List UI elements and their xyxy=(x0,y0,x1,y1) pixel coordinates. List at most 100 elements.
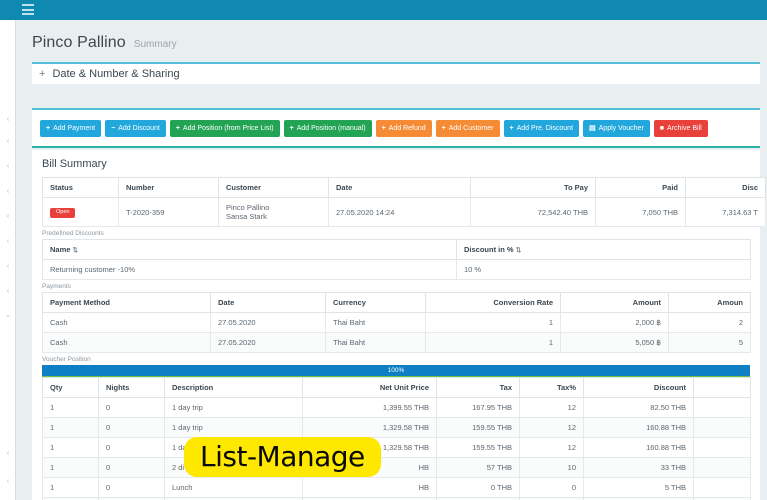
sort-icon[interactable]: ⇅ xyxy=(516,247,521,254)
cell-tax-pct: 12 xyxy=(519,437,584,458)
voucher-progress-bar: 100% xyxy=(42,365,750,377)
action-button-add-pre-discount[interactable]: + Add Pre. Discount xyxy=(503,119,580,137)
col-name[interactable]: Name ⇅ xyxy=(42,239,457,260)
payments-table: Payment Method Date Currency Conversion … xyxy=(42,292,751,353)
table-row[interactable]: 101 day trip1,329.58 THB159.55 THB12160.… xyxy=(42,437,751,458)
col-to-pay[interactable]: To Pay xyxy=(470,177,596,198)
col-pos-discount[interactable]: Discount xyxy=(583,377,694,398)
cell-extra xyxy=(693,417,751,438)
table-row[interactable]: Returning customer -10% 10 % xyxy=(42,259,751,280)
table-row[interactable]: 101 day trip1,329.58 THB159.55 THB12160.… xyxy=(42,417,751,438)
cell-description: 1 day trip xyxy=(164,417,303,438)
table-row[interactable]: Open T-2020-359 Pinco Pallino Sansa Star… xyxy=(42,197,766,227)
rail-chevron-icon[interactable]: ‹ xyxy=(4,213,12,221)
cell-extra xyxy=(693,457,751,478)
col-payment-date[interactable]: Date xyxy=(210,292,326,313)
col-net-unit-price[interactable]: Net Unit Price xyxy=(302,377,437,398)
table-header-row: Name ⇅ Discount in % ⇅ xyxy=(42,239,751,260)
col-amount[interactable]: Amount xyxy=(560,292,669,313)
cell-customer: Pinco Pallino Sansa Stark xyxy=(218,197,329,227)
col-tax-pct[interactable]: Tax% xyxy=(519,377,584,398)
page-title-subtitle: Summary xyxy=(133,39,177,50)
cell-pos-discount: 33 THB xyxy=(583,457,694,478)
cell-payment-date: 27.05.2020 xyxy=(210,332,326,353)
col-paid[interactable]: Paid xyxy=(595,177,686,198)
col-extra[interactable] xyxy=(693,377,751,398)
rail-chevron-icon[interactable]: ‹ xyxy=(4,116,12,124)
cell-pos-discount: 160.88 THB xyxy=(583,437,694,458)
action-button-add-customer[interactable]: + Add Customer xyxy=(435,119,500,137)
button-glyph-icon: + xyxy=(289,124,294,132)
hamburger-icon[interactable] xyxy=(22,4,34,15)
table-header-row: Status Number Customer Date To Pay Paid … xyxy=(42,177,766,198)
positions-table: Qty Nights Description Net Unit Price Ta… xyxy=(42,377,751,500)
col-currency[interactable]: Currency xyxy=(325,292,426,313)
cell-extra xyxy=(693,437,751,458)
cell-nights: 0 xyxy=(98,397,165,418)
button-glyph-icon: + xyxy=(381,124,386,132)
bill-summary-table-wrap: Status Number Customer Date To Pay Paid … xyxy=(32,177,766,227)
predefined-discounts-table-wrap: Name ⇅ Discount in % ⇅ Returning custome… xyxy=(32,239,760,280)
cell-to-pay: 72,542.40 THB xyxy=(470,197,596,227)
col-customer[interactable]: Customer xyxy=(218,177,329,198)
positions-table-wrap: Qty Nights Description Net Unit Price Ta… xyxy=(32,377,760,500)
col-discount[interactable]: Disc xyxy=(685,177,766,198)
cell-nights: 0 xyxy=(98,457,165,478)
action-button-add-discount[interactable]: − Add Discount xyxy=(105,119,166,137)
col-payment-method[interactable]: Payment Method xyxy=(42,292,211,313)
table-header-row: Qty Nights Description Net Unit Price Ta… xyxy=(42,377,751,398)
cell-tax-pct: 12 xyxy=(519,417,584,438)
col-amount-base[interactable]: Amoun xyxy=(668,292,751,313)
action-button-add-position-manual[interactable]: + Add Position (manual) xyxy=(283,119,372,137)
customer-name: Pinco Pallino xyxy=(226,203,270,212)
table-row[interactable]: Cash 27.05.2020 Thai Baht 1 5,050 ฿ 5 xyxy=(42,332,751,353)
predefined-discounts-label: Predefined Discounts xyxy=(42,230,104,237)
cell-conversion-rate: 1 xyxy=(425,312,561,333)
table-row[interactable]: 102 dive sHB57 THB1033 THB xyxy=(42,457,751,478)
watermark-badge: List-Manage xyxy=(184,437,381,478)
rail-chevron-icon[interactable]: ‹ xyxy=(4,450,12,458)
col-conversion-rate[interactable]: Conversion Rate xyxy=(425,292,561,313)
action-button-apply-voucher[interactable]: ▤ Apply Voucher xyxy=(583,119,650,137)
action-button-add-position-from-price-list[interactable]: + Add Position (from Price List) xyxy=(169,119,280,137)
action-button-archive-bill[interactable]: ■ Archive Bill xyxy=(653,119,708,137)
cell-net-unit-price: 1,399.55 THB xyxy=(302,397,437,418)
col-number[interactable]: Number xyxy=(118,177,219,198)
cell-discount-value: 10 % xyxy=(456,259,751,280)
action-button-add-payment[interactable]: + Add Payment xyxy=(40,119,102,137)
rail-chevron-icon[interactable]: ‹ xyxy=(4,138,12,146)
cell-net-unit-price: HB xyxy=(302,477,437,498)
button-glyph-icon: + xyxy=(175,124,180,132)
cell-tax-pct: 12 xyxy=(519,397,584,418)
cell-tax: 159.55 THB xyxy=(436,417,520,438)
table-row[interactable]: 1 0 Lunch HB 0 THB 0 5 THB xyxy=(42,477,751,498)
rail-chevron-icon[interactable]: ‹ xyxy=(4,478,12,486)
payments-table-wrap: Payment Method Date Currency Conversion … xyxy=(32,292,760,353)
sort-icon[interactable]: ⇅ xyxy=(73,247,78,254)
accordion-date-number-sharing[interactable]: + Date & Number & Sharing xyxy=(32,62,760,84)
col-date[interactable]: Date xyxy=(328,177,471,198)
col-qty[interactable]: Qty xyxy=(42,377,99,398)
col-nights[interactable]: Nights xyxy=(98,377,165,398)
rail-chevron-icon[interactable]: ‹ xyxy=(4,263,12,271)
cell-tax: 0 THB xyxy=(436,477,520,498)
action-button-add-refund[interactable]: + Add Refund xyxy=(375,119,432,137)
col-discount-percent[interactable]: Discount in % ⇅ xyxy=(456,239,751,260)
cell-amount-base: 5 xyxy=(668,332,751,353)
customer-contact: Sansa Stark xyxy=(226,212,267,221)
table-row[interactable]: 101 day trip 1,399.55 THB 167.95 THB 12 82.5… xyxy=(42,397,751,418)
cell-currency: Thai Baht xyxy=(325,312,426,333)
table-row[interactable]: Cash 27.05.2020 Thai Baht 1 2,000 ฿ 2 xyxy=(42,312,751,333)
col-tax[interactable]: Tax xyxy=(436,377,520,398)
rail-chevron-icon[interactable]: ‹ xyxy=(4,188,12,196)
col-description[interactable]: Description xyxy=(164,377,303,398)
rail-expand-icon[interactable]: ⌄ xyxy=(4,312,12,320)
rail-chevron-icon[interactable]: ‹ xyxy=(4,163,12,171)
status-badge: Open xyxy=(50,208,76,218)
rail-chevron-icon[interactable]: ‹ xyxy=(4,238,12,246)
col-status[interactable]: Status xyxy=(42,177,119,198)
cell-extra xyxy=(693,397,751,418)
payments-label: Payments xyxy=(42,283,71,290)
accordion-label: Date & Number & Sharing xyxy=(52,68,180,80)
rail-chevron-icon[interactable]: ‹ xyxy=(4,288,12,296)
